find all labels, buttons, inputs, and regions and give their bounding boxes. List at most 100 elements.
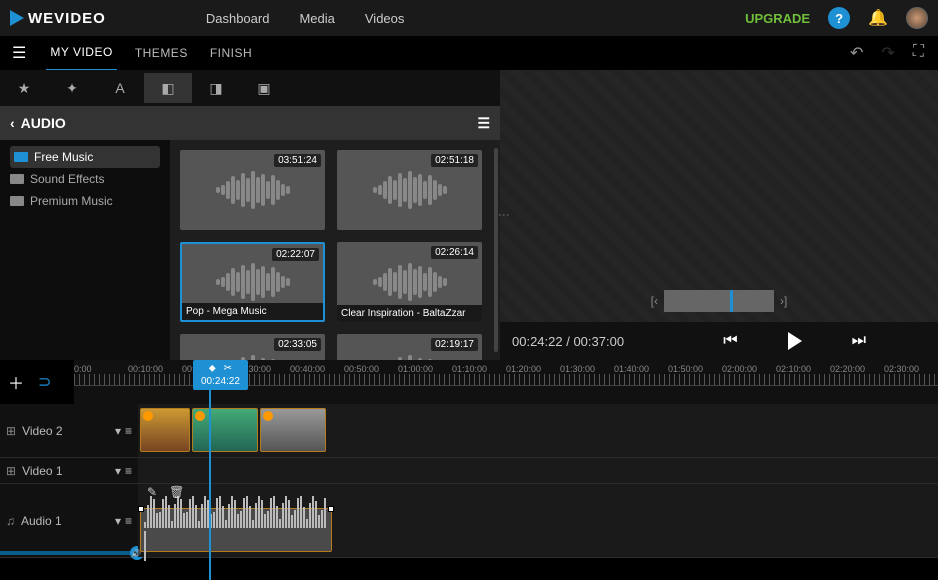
clip-handle[interactable] xyxy=(328,506,334,512)
drag-icon[interactable]: ≡ xyxy=(125,514,132,528)
media-toolbar: ★ ✦ A ◧ ◨ ▣ xyxy=(0,70,500,106)
sidebar-item-premium-music[interactable]: Premium Music xyxy=(10,190,160,212)
preview-area: [‹ ›] xyxy=(500,70,938,322)
ruler-tick: 02:30:00 xyxy=(884,364,938,374)
track-audio-1: ♫ Audio 1 ▾≡ 🔊 ✎ 🗑 xyxy=(0,484,938,558)
edit-icon[interactable]: ✎ xyxy=(147,485,157,499)
track-header[interactable]: ♫ Audio 1 ▾≡ 🔊 xyxy=(0,484,138,557)
track-label: Video 2 xyxy=(22,424,62,438)
timeline-ruler[interactable]: ⬥✂ 00:24:22 0:0000:10:0000:20:0000:30:00… xyxy=(74,360,938,404)
ruler-tick: 00:40:00 xyxy=(290,364,344,374)
preview-scrubber[interactable] xyxy=(664,290,774,312)
ruler-tick: 01:00:00 xyxy=(398,364,452,374)
video-icon: ⊞ xyxy=(6,424,16,438)
trim-start-icon[interactable]: [‹ xyxy=(651,294,658,308)
scrollbar[interactable] xyxy=(494,148,498,352)
music-icon: ♫ xyxy=(6,514,15,528)
video-icon: ⊞ xyxy=(6,464,16,478)
folder-icon xyxy=(14,152,28,162)
track-video-2: ⊞ Video 2 ▾ ≡ xyxy=(0,404,938,458)
preview-controls: 00:24:22 / 00:37:00 ⏮ ⏭ xyxy=(500,322,938,360)
redo-icon[interactable]: ↷ xyxy=(881,43,894,63)
trim-end-icon[interactable]: ›] xyxy=(780,294,787,308)
tab-my-video[interactable]: MY VIDEO xyxy=(46,35,116,72)
add-track-icon[interactable]: ＋ xyxy=(8,370,24,394)
clip-handle[interactable] xyxy=(138,506,144,512)
next-icon[interactable]: ⏭ xyxy=(852,332,866,350)
tab-finish[interactable]: FINISH xyxy=(206,36,256,70)
track-body[interactable] xyxy=(138,404,938,457)
chevron-down-icon[interactable]: ▾ xyxy=(115,424,121,438)
nav-dashboard[interactable]: Dashboard xyxy=(206,11,270,26)
clip-tools: ✎ 🗑 xyxy=(147,485,184,499)
nav-media[interactable]: Media xyxy=(299,11,334,26)
folder-star-icon[interactable]: ✦ xyxy=(48,73,96,103)
text-box-icon[interactable]: A xyxy=(96,73,144,103)
track-body[interactable]: ✎ 🗑 xyxy=(138,484,938,557)
star-icon[interactable]: ★ xyxy=(0,73,48,103)
video-clip[interactable] xyxy=(140,408,190,452)
overlay-icon[interactable]: ◨ xyxy=(192,73,240,103)
list-view-icon[interactable]: ☰ xyxy=(477,115,490,132)
track-header[interactable]: ⊞ Video 1 ▾≡ xyxy=(0,458,138,483)
chevron-down-icon[interactable]: ▾ xyxy=(115,464,121,478)
menu-icon[interactable]: ☰ xyxy=(6,39,32,67)
drag-icon[interactable]: ≡ xyxy=(125,424,132,438)
timeline-tools: ＋ ⊃ xyxy=(0,360,74,404)
drag-icon[interactable]: ≡ xyxy=(125,464,132,478)
transition-icon xyxy=(143,411,153,421)
playhead-time: 00:24:22 xyxy=(201,376,240,387)
audio-clip-item[interactable]: 02:22:07Pop - Mega Music xyxy=(180,242,325,322)
prev-icon[interactable]: ⏮ xyxy=(723,332,737,350)
audio-clip-item[interactable]: 02:33:05Moment Of Inspiration - Mega... xyxy=(180,334,325,360)
sub-nav: ☰ MY VIDEO THEMES FINISH ↶ ↷ ⛶ xyxy=(0,36,938,70)
undo-icon[interactable]: ↶ xyxy=(850,43,863,63)
fullscreen-icon[interactable]: ⛶ xyxy=(913,43,924,63)
ruler-tick: 00:50:00 xyxy=(344,364,398,374)
sidebar-item-label: Free Music xyxy=(34,150,93,164)
frame-icon[interactable]: ◧ xyxy=(144,73,192,103)
chevron-down-icon[interactable]: ▾ xyxy=(115,514,121,528)
nav-videos[interactable]: Videos xyxy=(365,11,405,26)
notifications-icon[interactable]: 🔔 xyxy=(868,8,888,28)
sidebar-item-label: Sound Effects xyxy=(30,172,105,186)
ruler-tick: 01:50:00 xyxy=(668,364,722,374)
transition-icon xyxy=(263,411,273,421)
sidebar-item-sound-effects[interactable]: Sound Effects xyxy=(10,168,160,190)
image-icon[interactable]: ▣ xyxy=(240,73,288,103)
track-header[interactable]: ⊞ Video 2 ▾ ≡ xyxy=(0,404,138,457)
volume-slider[interactable]: 🔊 xyxy=(0,551,138,555)
playhead-marker[interactable]: ⬥✂ 00:24:22 xyxy=(193,360,248,390)
folder-icon xyxy=(10,196,24,206)
cut-icon[interactable]: ✂ xyxy=(224,363,232,374)
speaker-icon: 🔊 xyxy=(131,549,141,558)
delete-icon[interactable]: 🗑 xyxy=(169,485,184,499)
video-clip[interactable] xyxy=(260,408,326,452)
audio-clip-item[interactable]: 02:51:18 xyxy=(337,150,482,230)
ruler-tick: 01:10:00 xyxy=(452,364,506,374)
top-bar: WEVIDEO Dashboard Media Videos UPGRADE ?… xyxy=(0,0,938,36)
tab-themes[interactable]: THEMES xyxy=(131,36,192,70)
help-icon[interactable]: ? xyxy=(828,7,850,29)
avatar[interactable] xyxy=(906,7,928,29)
play-icon[interactable] xyxy=(788,332,802,350)
back-icon[interactable]: ‹ xyxy=(10,115,15,131)
logo[interactable]: WEVIDEO xyxy=(10,10,106,27)
audio-clip-item[interactable]: 03:51:24 xyxy=(180,150,325,230)
playhead-line[interactable] xyxy=(209,360,211,580)
video-clip[interactable] xyxy=(192,408,258,452)
logo-icon xyxy=(10,10,24,26)
ruler-tick: 01:30:00 xyxy=(560,364,614,374)
track-body[interactable] xyxy=(138,458,938,483)
audio-clip-item[interactable]: 02:19:17Inspiration - Mega Music xyxy=(337,334,482,360)
ruler-tick: 0:00 xyxy=(74,364,128,374)
audio-clip[interactable]: ✎ 🗑 xyxy=(140,508,332,552)
upgrade-button[interactable]: UPGRADE xyxy=(745,11,810,26)
magnet-icon[interactable]: ⊃ xyxy=(38,372,51,392)
clip-duration: 02:22:07 xyxy=(272,248,319,261)
sidebar-item-free-music[interactable]: Free Music xyxy=(10,146,160,168)
time-display: 00:24:22 / 00:37:00 xyxy=(512,334,624,349)
audio-clip-item[interactable]: 02:26:14Clear Inspiration - BaltaZzar xyxy=(337,242,482,322)
resize-handle[interactable]: ⋮ xyxy=(497,209,511,221)
clip-name: Clear Inspiration - BaltaZzar xyxy=(337,305,482,322)
